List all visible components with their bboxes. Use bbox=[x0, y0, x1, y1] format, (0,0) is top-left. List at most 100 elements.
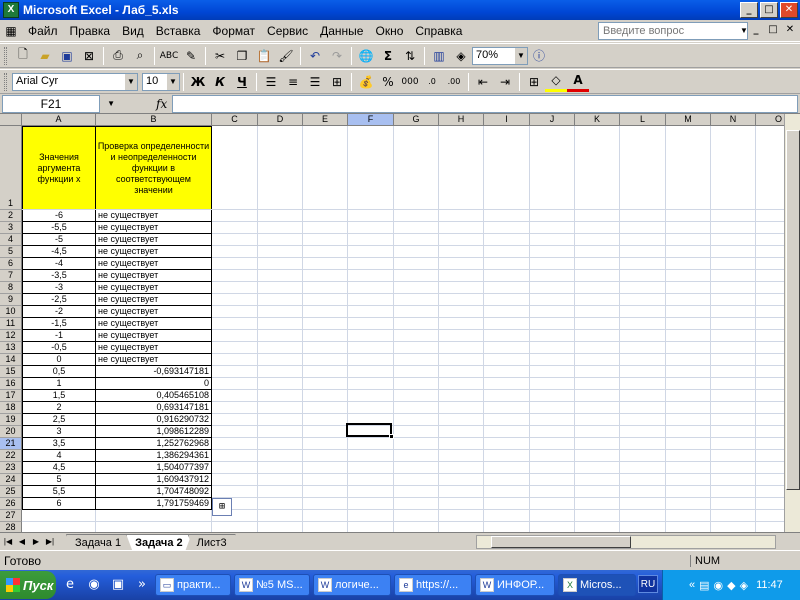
vertical-scrollbar[interactable] bbox=[784, 114, 800, 532]
cell-a10[interactable]: -2 bbox=[22, 306, 96, 318]
spelling-icon[interactable]: ABC bbox=[158, 46, 180, 66]
last-sheet-icon[interactable]: ▶| bbox=[44, 537, 56, 546]
underline-button[interactable]: Ч bbox=[231, 72, 253, 92]
row-header-19[interactable]: 19 bbox=[0, 414, 22, 426]
volume-tray-icon[interactable]: ◉ bbox=[714, 579, 724, 592]
row-header-7[interactable]: 7 bbox=[0, 270, 22, 282]
column-header-e[interactable]: E bbox=[303, 114, 348, 126]
doc-minimize-button[interactable]: _ bbox=[748, 23, 764, 38]
cell-b23[interactable]: 1,504077397 bbox=[96, 462, 212, 474]
clock[interactable]: 11:47 bbox=[756, 579, 783, 591]
cell-a12[interactable]: -1 bbox=[22, 330, 96, 342]
cell-a4[interactable]: -5 bbox=[22, 234, 96, 246]
select-all-corner[interactable] bbox=[0, 114, 22, 126]
decrease-decimal-icon[interactable]: .00 bbox=[443, 72, 465, 92]
menu-view[interactable]: Вид bbox=[116, 24, 150, 38]
cell-b9[interactable]: не существует bbox=[96, 294, 212, 306]
row-header-17[interactable]: 17 bbox=[0, 390, 22, 402]
increase-indent-icon[interactable]: ⇥ bbox=[494, 72, 516, 92]
cell-b21[interactable]: 1,252762968 bbox=[96, 438, 212, 450]
cell-a9[interactable]: -2,5 bbox=[22, 294, 96, 306]
cell-a22[interactable]: 4 bbox=[22, 450, 96, 462]
cell-b14[interactable]: не существует bbox=[96, 354, 212, 366]
maximize-button[interactable]: □ bbox=[760, 2, 778, 18]
horizontal-scroll-thumb[interactable] bbox=[491, 536, 631, 548]
help-icon[interactable]: ⓘ bbox=[528, 46, 550, 66]
cell-b22[interactable]: 1,386294361 bbox=[96, 450, 212, 462]
column-header-f[interactable]: F bbox=[348, 114, 394, 126]
horizontal-scrollbar[interactable] bbox=[476, 535, 776, 549]
column-header-i[interactable]: I bbox=[484, 114, 530, 126]
hyperlink-icon[interactable]: 🌐 bbox=[355, 46, 377, 66]
thousands-button[interactable]: 000 bbox=[399, 72, 421, 92]
sheet-tab-3[interactable]: Лист3 bbox=[188, 534, 236, 550]
cell-a20[interactable]: 3 bbox=[22, 426, 96, 438]
task-folder[interactable]: ▭ практи... bbox=[155, 574, 231, 596]
permission-icon[interactable]: ⊠ bbox=[78, 46, 100, 66]
cell-b12[interactable]: не существует bbox=[96, 330, 212, 342]
active-cell-f21[interactable] bbox=[346, 423, 392, 437]
cell-a14[interactable]: 0 bbox=[22, 354, 96, 366]
cell-a17[interactable]: 1,5 bbox=[22, 390, 96, 402]
print-preview-icon[interactable]: ⌕ bbox=[129, 46, 151, 66]
column-header-h[interactable]: H bbox=[439, 114, 484, 126]
prev-sheet-icon[interactable]: ◀ bbox=[16, 537, 28, 546]
paste-options-icon[interactable]: ⊞ bbox=[212, 498, 232, 516]
autosum-icon[interactable]: Σ bbox=[377, 46, 399, 66]
font-dropdown-icon[interactable]: ▼ bbox=[125, 73, 137, 90]
row-header-2[interactable]: 2 bbox=[0, 210, 22, 222]
sheet-tab-1[interactable]: Задача 1 bbox=[66, 534, 130, 550]
cell-b16[interactable]: 0 bbox=[96, 378, 212, 390]
worksheet-grid[interactable]: A B C D E F G H I J K L M N O 1 Значения аргумента функц… bbox=[0, 114, 800, 532]
row-header-27[interactable]: 27 bbox=[0, 510, 22, 522]
cell-a24[interactable]: 5 bbox=[22, 474, 96, 486]
help-question-input[interactable]: Введите вопрос bbox=[598, 22, 748, 40]
column-header-c[interactable]: C bbox=[212, 114, 258, 126]
cell-a19[interactable]: 2,5 bbox=[22, 414, 96, 426]
column-header-k[interactable]: K bbox=[575, 114, 620, 126]
column-header-d[interactable]: D bbox=[258, 114, 303, 126]
align-left-icon[interactable]: ☰ bbox=[260, 72, 282, 92]
cell-a2[interactable]: -6 bbox=[22, 210, 96, 222]
header-cell-a[interactable]: Значения аргумента функции х bbox=[22, 126, 96, 210]
start-button[interactable]: Пуск bbox=[0, 571, 56, 599]
quicklaunch-more-icon[interactable]: » bbox=[132, 575, 152, 595]
row-header-10[interactable]: 10 bbox=[0, 306, 22, 318]
cell-b15[interactable]: -0,693147181 bbox=[96, 366, 212, 378]
vertical-scroll-thumb[interactable] bbox=[786, 130, 800, 490]
font-size-select[interactable]: 10 ▼ bbox=[142, 72, 180, 91]
new-document-icon[interactable]: 🗋 bbox=[12, 46, 34, 66]
cell-a15[interactable]: 0,5 bbox=[22, 366, 96, 378]
cell-b6[interactable]: не существует bbox=[96, 258, 212, 270]
row-header-5[interactable]: 5 bbox=[0, 246, 22, 258]
cell-a25[interactable]: 5,5 bbox=[22, 486, 96, 498]
undo-icon[interactable]: ↶ bbox=[304, 46, 326, 66]
cell-a13[interactable]: -0,5 bbox=[22, 342, 96, 354]
sheet-tab-2[interactable]: Задача 2 bbox=[126, 534, 192, 550]
task-excel[interactable]: X Micros... bbox=[558, 574, 636, 596]
cell-b11[interactable]: не существует bbox=[96, 318, 212, 330]
excel-app-icon[interactable]: X bbox=[3, 2, 19, 18]
fill-handle[interactable] bbox=[389, 434, 394, 439]
borders-icon[interactable]: ⊞ bbox=[523, 72, 545, 92]
cell-b18[interactable]: 0,693147181 bbox=[96, 402, 212, 414]
menu-file[interactable]: Файл bbox=[22, 24, 64, 38]
cell-b26[interactable]: 1,791759469 bbox=[96, 498, 212, 510]
formula-input[interactable] bbox=[172, 94, 798, 113]
row-header-26[interactable]: 26 bbox=[0, 498, 22, 510]
cell-b19[interactable]: 0,916290732 bbox=[96, 414, 212, 426]
cell-b8[interactable]: не существует bbox=[96, 282, 212, 294]
row-header-11[interactable]: 11 bbox=[0, 318, 22, 330]
save-quicklaunch-icon[interactable]: ▣ bbox=[108, 575, 128, 595]
align-center-icon[interactable]: ≡ bbox=[282, 72, 304, 92]
row-header-1[interactable]: 1 bbox=[0, 126, 22, 210]
cell-b7[interactable]: не существует bbox=[96, 270, 212, 282]
cell-a23[interactable]: 4,5 bbox=[22, 462, 96, 474]
tray-expand-icon[interactable]: « bbox=[689, 579, 695, 591]
font-color-icon[interactable]: A bbox=[567, 72, 589, 92]
copy-icon[interactable]: ❐ bbox=[231, 46, 253, 66]
size-dropdown-icon[interactable]: ▼ bbox=[167, 73, 179, 90]
cell-b3[interactable]: не существует bbox=[96, 222, 212, 234]
cell-b13[interactable]: не существует bbox=[96, 342, 212, 354]
row-header-22[interactable]: 22 bbox=[0, 450, 22, 462]
